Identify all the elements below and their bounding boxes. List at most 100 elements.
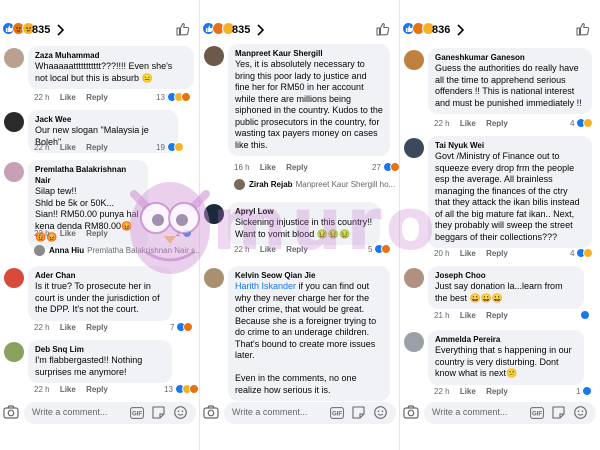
avatar[interactable] [404,50,424,70]
avatar[interactable] [4,112,24,132]
comment-reactions[interactable]: 19 [156,142,184,152]
reply-link[interactable]: Reply [486,386,508,398]
comment-input[interactable]: Write a comment... GIF [24,402,196,424]
like-link[interactable]: Like [60,228,76,240]
comment-time[interactable]: 22 h [34,228,50,240]
emoji-icon[interactable] [174,406,187,424]
like-link[interactable]: Like [60,322,76,334]
avatar[interactable] [404,138,424,158]
gif-icon[interactable]: GIF [130,406,144,424]
like-link[interactable]: Like [460,248,476,260]
like-link[interactable]: Like [460,310,476,322]
gif-icon[interactable]: GIF [530,406,544,424]
like-link[interactable]: Like [260,244,276,256]
commenter-name[interactable]: Joseph Choo [435,270,577,281]
avatar[interactable] [404,268,424,288]
camera-icon[interactable] [403,405,419,424]
mention-link[interactable]: Harith Iskander [235,281,296,291]
avatar[interactable] [204,268,224,288]
comment-time[interactable]: 22 h [34,92,50,104]
reaction-summary-bar[interactable]: 835 [200,20,399,40]
thumbs-up-icon[interactable] [575,21,591,42]
reply-link[interactable]: Reply [86,142,108,154]
comment-reactions[interactable]: 13 [164,384,199,394]
comment-time[interactable]: 22 h [434,118,450,130]
commenter-name[interactable]: Zaza Muhammad [35,50,187,61]
sad-reaction-icon [173,142,184,152]
comment-reactions[interactable]: 7 [170,322,194,332]
reply-link[interactable]: Reply [286,162,308,174]
thumbs-up-icon[interactable] [375,21,391,42]
camera-icon[interactable] [203,405,219,424]
sticker-icon[interactable] [152,406,165,424]
reaction-icons [402,22,435,38]
reply-link[interactable]: Reply [86,384,108,396]
like-link[interactable]: Like [460,386,476,398]
avatar[interactable] [404,332,424,352]
comment-bubble: Ganeshkumar Ganeson Guess the authoritie… [428,48,592,114]
commenter-name[interactable]: Deb Snq Lim [35,344,165,355]
avatar[interactable] [4,268,24,288]
comment-input[interactable]: Write a comment... GIF [224,402,396,424]
sticker-icon[interactable] [552,406,565,424]
commenter-name[interactable]: Tai Nyuk Wei [435,140,585,151]
avatar[interactable] [4,48,24,68]
reply-link[interactable]: Reply [86,322,108,334]
comment-time[interactable]: 20 h [434,248,450,260]
comment-time[interactable]: 16 h [234,162,250,174]
comment-time[interactable]: 21 h [434,310,450,322]
emoji-icon[interactable] [374,406,387,424]
thumbs-up-icon[interactable] [175,21,191,42]
like-link[interactable]: Like [60,142,76,154]
avatar[interactable] [4,342,24,362]
reply-link[interactable]: Reply [486,118,508,130]
comment-time[interactable]: 22 h [34,322,50,334]
reply-preview[interactable]: Zirah Rejab Manpreet Kaur Shergill ho... [234,178,395,192]
like-link[interactable]: Like [60,92,76,104]
commenter-name[interactable]: Apryl Low [235,206,373,217]
like-link[interactable]: Like [260,162,276,174]
comment-bubble: Ader Chan Is it true? To prosecute her i… [28,266,172,321]
like-link[interactable]: Like [60,384,76,396]
comment-input[interactable]: Write a comment... GIF [424,402,596,424]
commenter-name[interactable]: Premlatha Balakrishnan Nair [35,164,141,186]
sticker-icon[interactable] [352,406,365,424]
avatar[interactable] [4,162,24,182]
comment-time[interactable]: 22 h [34,384,50,396]
comment-time[interactable]: 22 h [234,244,250,256]
chevron-right-icon[interactable] [56,23,65,41]
reply-preview[interactable]: Anna Hiu Premlatha Balakrishnan Nair s... [34,244,199,258]
comment-reactions[interactable] [580,310,590,320]
chevron-right-icon[interactable] [456,23,465,41]
comment-reactions[interactable]: 1 [576,386,593,396]
chevron-right-icon[interactable] [256,23,265,41]
camera-icon[interactable] [3,405,19,424]
reply-link[interactable]: Reply [86,92,108,104]
comment-time[interactable]: 22 h [34,142,50,154]
reply-link[interactable]: Reply [486,310,508,322]
commenter-name[interactable]: Ganeshkumar Ganeson [435,52,585,63]
reply-link[interactable]: Reply [286,244,308,256]
reaction-summary-bar[interactable]: 835 [0,20,199,40]
comment-reactions[interactable]: 4 [570,118,594,128]
commenter-name[interactable]: Ammelda Pereira [435,334,577,345]
avatar[interactable] [204,46,224,66]
gif-icon[interactable]: GIF [330,406,344,424]
commenter-name[interactable]: Manpreet Kaur Shergill [235,48,383,59]
commenter-name[interactable]: Jack Wee [35,114,171,125]
emoji-icon[interactable] [574,406,587,424]
reply-link[interactable]: Reply [486,248,508,260]
like-link[interactable]: Like [460,118,476,130]
comment-composer: Write a comment... GIF [200,400,399,426]
comment-reactions[interactable]: 2 [176,228,193,238]
comment-reactions[interactable]: 4 [570,248,594,258]
comment-reactions[interactable]: 5 [368,244,392,254]
commenter-name[interactable]: Ader Chan [35,270,165,281]
comment-reactions[interactable]: 13 [156,92,191,102]
commenter-name[interactable]: Kelvin Seow Qian Jie [235,270,383,281]
reaction-summary-bar[interactable]: 836 [400,20,599,40]
comment-reactions[interactable]: 27 [372,162,399,172]
avatar[interactable] [204,204,224,224]
reply-link[interactable]: Reply [86,228,108,240]
comment-time[interactable]: 22 h [434,386,450,398]
